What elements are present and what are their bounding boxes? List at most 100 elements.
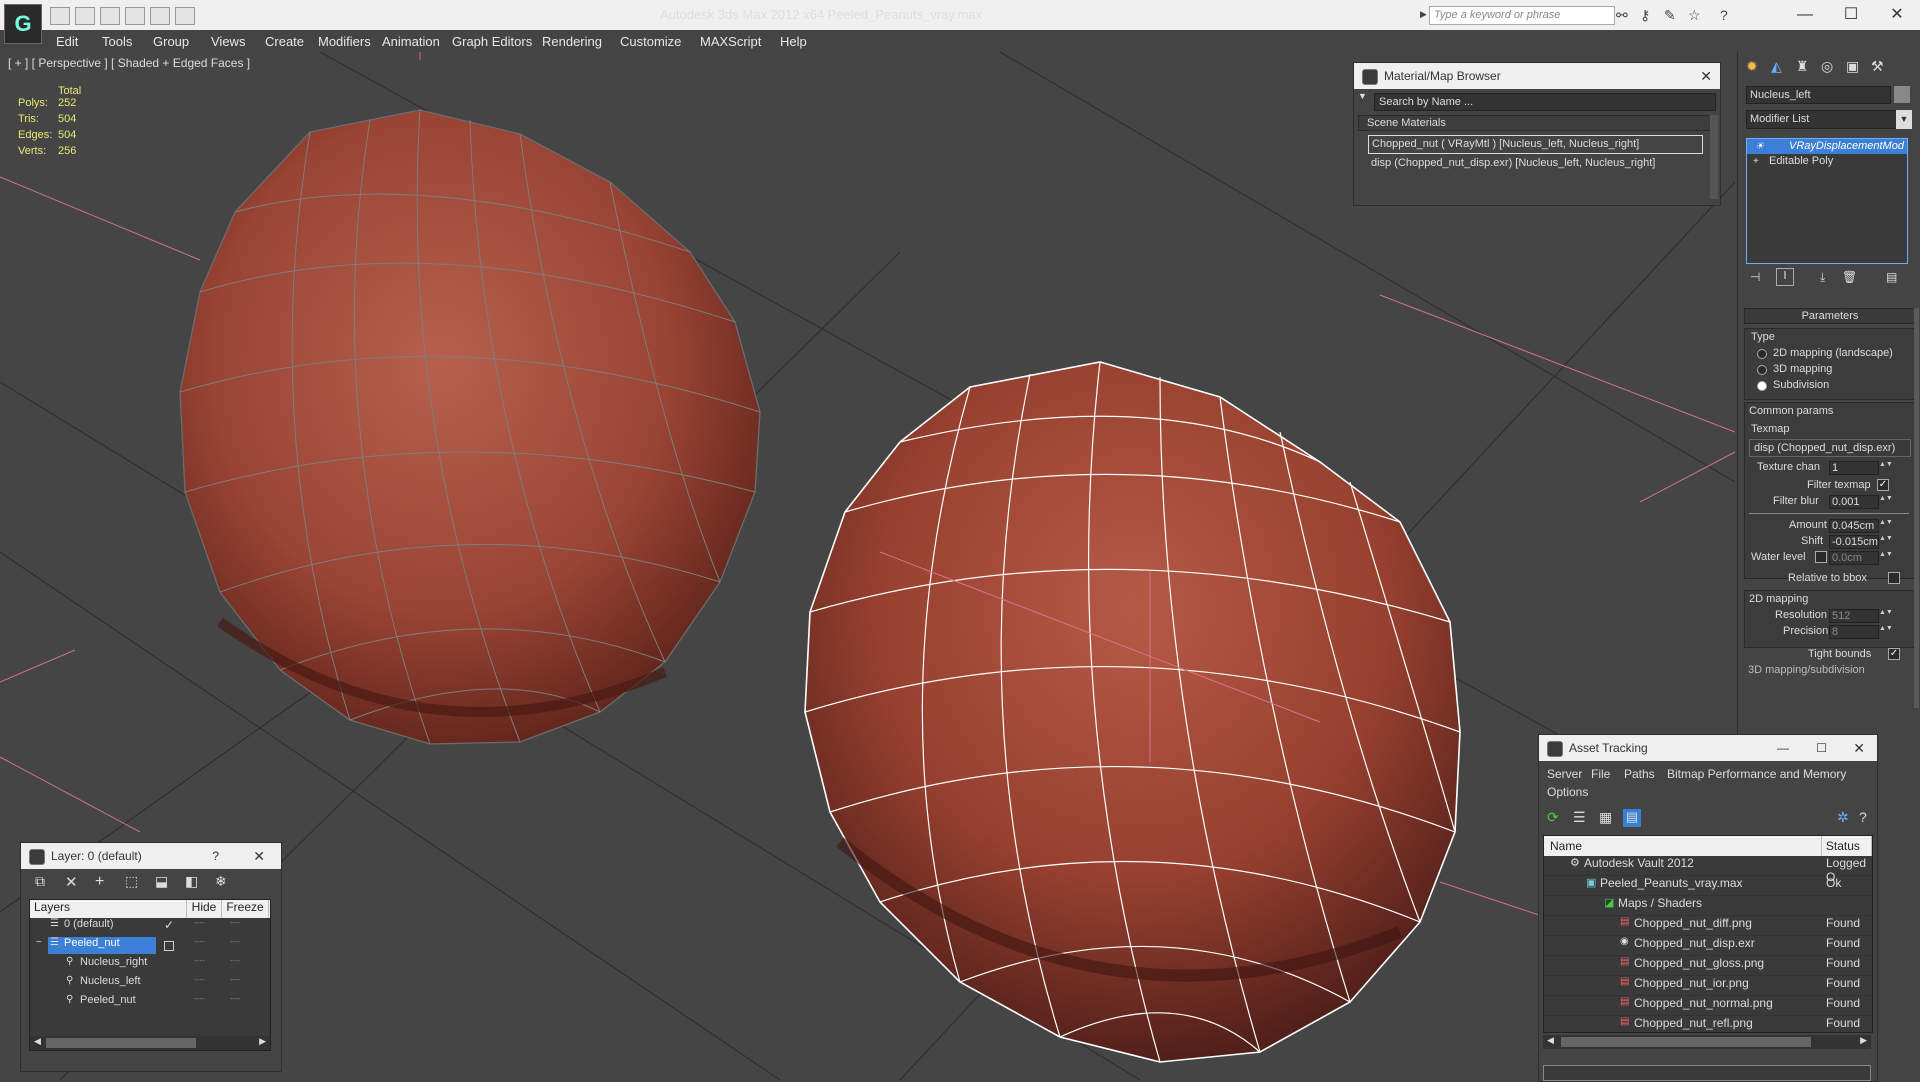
column-hide[interactable]: Hide (187, 900, 222, 918)
communication-icon[interactable]: ✎ (1664, 7, 1676, 24)
viewport-label[interactable]: [ + ] [ Perspective ] [ Shaded + Edged F… (8, 56, 250, 70)
menu-animation[interactable]: Animation (382, 34, 440, 49)
menu-bitmap-performance[interactable]: Bitmap Performance and Memory (1667, 767, 1846, 781)
filter-blur-input[interactable]: 0.001 (1829, 495, 1879, 509)
menu-maxscript[interactable]: MAXScript (700, 34, 761, 49)
menu-rendering[interactable]: Rendering (542, 34, 602, 49)
menu-server[interactable]: Server (1547, 767, 1582, 781)
asset-row[interactable]: ▤ Chopped_nut_normal.png Found (1544, 996, 1872, 1016)
remove-modifier-icon[interactable]: 🗑 (1842, 270, 1857, 284)
scroll-thumb[interactable] (46, 1038, 196, 1048)
project-folder-icon[interactable] (175, 7, 195, 25)
hide-toggle[interactable]: ---- (194, 918, 205, 927)
browser-options-icon[interactable]: ▼ (1358, 91, 1367, 101)
command-panel-scrollbar[interactable] (1914, 308, 1919, 708)
close-button[interactable]: ✕ (1853, 735, 1865, 761)
scroll-thumb[interactable] (1561, 1037, 1811, 1047)
filter-blur-spinner[interactable]: ▲▼ (1879, 495, 1893, 502)
asset-path-field[interactable] (1543, 1065, 1871, 1081)
layer-row[interactable]: ⚲ Peeled_nut ---- ---- (30, 994, 270, 1013)
refresh-icon[interactable]: ⟳ (1547, 809, 1559, 826)
freeze-toggle[interactable]: ---- (230, 994, 241, 1003)
menu-edit[interactable]: Edit (56, 34, 78, 49)
layer-row[interactable]: ⚲ Nucleus_right ---- ---- (30, 956, 270, 975)
list-view-icon[interactable]: ☰ (1573, 809, 1586, 826)
hide-toggle[interactable]: ---- (194, 994, 205, 1003)
vault-help-icon[interactable]: ✲ (1837, 809, 1849, 826)
stack-item-vray-displacement[interactable]: ☀ VRayDisplacementMod (1747, 139, 1907, 154)
precision-spinner[interactable]: ▲▼ (1879, 625, 1893, 632)
minimize-button[interactable]: — (1782, 2, 1828, 28)
amount-spinner[interactable]: ▲▼ (1879, 519, 1893, 526)
asset-row[interactable]: ▤ Chopped_nut_ior.png Found (1544, 976, 1872, 996)
material-item[interactable]: disp (Chopped_nut_disp.exr) [Nucleus_lef… (1368, 155, 1701, 172)
browser-scrollbar[interactable] (1710, 115, 1718, 199)
undo-icon[interactable] (125, 7, 145, 25)
parameters-rollout-header[interactable]: Parameters (1744, 308, 1916, 324)
hierarchy-tab-icon[interactable]: ♜ (1796, 58, 1809, 75)
lightbulb-icon[interactable]: ☀ (1755, 139, 1764, 154)
layer-hscrollbar[interactable]: ◀ ▶ (30, 1036, 270, 1050)
layer-row[interactable]: ☰ 0 (default) ✓ ---- ---- (30, 918, 270, 937)
hide-all-icon[interactable]: ◧ (185, 873, 198, 890)
help-icon[interactable]: ? (1720, 7, 1728, 23)
layer-manager-titlebar[interactable]: Layer: 0 (default) ? ✕ (21, 843, 281, 869)
display-tab-icon[interactable]: ▣ (1846, 58, 1859, 75)
freeze-all-icon[interactable]: ❄ (215, 873, 227, 890)
material-browser-titlebar[interactable]: Material/Map Browser ✕ (1354, 63, 1720, 89)
layer-row[interactable]: − ☰ Peeled_nut ---- ---- (30, 937, 270, 956)
asset-row[interactable]: ◪ Maps / Shaders (1544, 896, 1872, 916)
nucleus-left-mesh[interactable] (804, 361, 1461, 1063)
asset-row[interactable]: ▤ Chopped_nut_gloss.png Found (1544, 956, 1872, 976)
hide-toggle[interactable]: ---- (194, 975, 205, 984)
binoculars-icon[interactable]: ⚯ (1616, 7, 1628, 24)
stack-item-editable-poly[interactable]: + Editable Poly (1747, 154, 1907, 169)
menu-help[interactable]: Help (780, 34, 807, 49)
redo-icon[interactable] (150, 7, 170, 25)
new-scene-icon[interactable] (100, 7, 120, 25)
column-name[interactable]: Name (1544, 836, 1822, 856)
amount-input[interactable]: 0.045cm (1829, 519, 1879, 533)
column-status[interactable]: Status (1821, 836, 1872, 856)
resolution-spinner[interactable]: ▲▼ (1879, 609, 1893, 616)
shift-spinner[interactable]: ▲▼ (1879, 535, 1893, 542)
motion-tab-icon[interactable]: ◎ (1821, 58, 1833, 75)
set-current-box[interactable] (164, 941, 174, 951)
create-tab-icon[interactable]: ✹ (1746, 58, 1758, 75)
texmap-button[interactable]: disp (Chopped_nut_disp.exr) (1749, 439, 1911, 457)
precision-input[interactable]: 8 (1829, 625, 1879, 639)
close-icon[interactable]: ✕ (253, 843, 265, 869)
close-button[interactable]: ✕ (1874, 2, 1920, 28)
open-file-icon[interactable] (50, 7, 70, 25)
expand-plus-icon[interactable]: + (1753, 154, 1759, 169)
scroll-left-icon[interactable]: ◀ (1547, 1035, 1554, 1046)
water-level-spinner[interactable]: ▲▼ (1879, 551, 1893, 558)
shift-input[interactable]: -0.015cm (1829, 535, 1879, 549)
modifier-stack[interactable]: ☀ VRayDisplacementMod + Editable Poly (1746, 138, 1908, 264)
column-layers[interactable]: Layers (30, 900, 187, 918)
hide-toggle[interactable]: ---- (194, 937, 205, 946)
modifier-list-dropdown[interactable]: Modifier List (1746, 110, 1901, 129)
scroll-left-icon[interactable]: ◀ (34, 1036, 41, 1047)
asset-tracking-titlebar[interactable]: Asset Tracking — ☐ ✕ (1539, 735, 1877, 761)
maximize-button[interactable]: ☐ (1828, 2, 1874, 28)
radio-subdivision[interactable] (1757, 381, 1767, 391)
menu-options[interactable]: Options (1547, 785, 1588, 799)
make-unique-icon[interactable]: ⤓ (1820, 270, 1825, 285)
radio-2d-mapping[interactable] (1757, 349, 1767, 359)
tight-bounds-checkbox[interactable]: ✓ (1888, 648, 1900, 660)
nucleus-right-mesh[interactable] (179, 109, 761, 745)
relative-to-bbox-checkbox[interactable] (1888, 572, 1900, 584)
menu-file[interactable]: File (1591, 767, 1610, 781)
configure-modifier-sets-icon[interactable]: ▤ (1886, 270, 1897, 284)
add-to-layer-icon[interactable]: + (95, 873, 104, 891)
menu-views[interactable]: Views (211, 34, 245, 49)
utilities-tab-icon[interactable]: ⚒ (1871, 58, 1884, 75)
current-layer-check-icon[interactable]: ✓ (164, 918, 174, 932)
close-icon[interactable]: ✕ (1700, 63, 1712, 89)
modify-tab-icon[interactable]: ◭ (1771, 58, 1782, 75)
texture-chan-input[interactable]: 1 (1829, 461, 1879, 475)
menu-create[interactable]: Create (265, 34, 304, 49)
key-icon[interactable]: ⚷ (1640, 7, 1650, 24)
keyword-search-input[interactable]: Type a keyword or phrase (1429, 6, 1615, 25)
